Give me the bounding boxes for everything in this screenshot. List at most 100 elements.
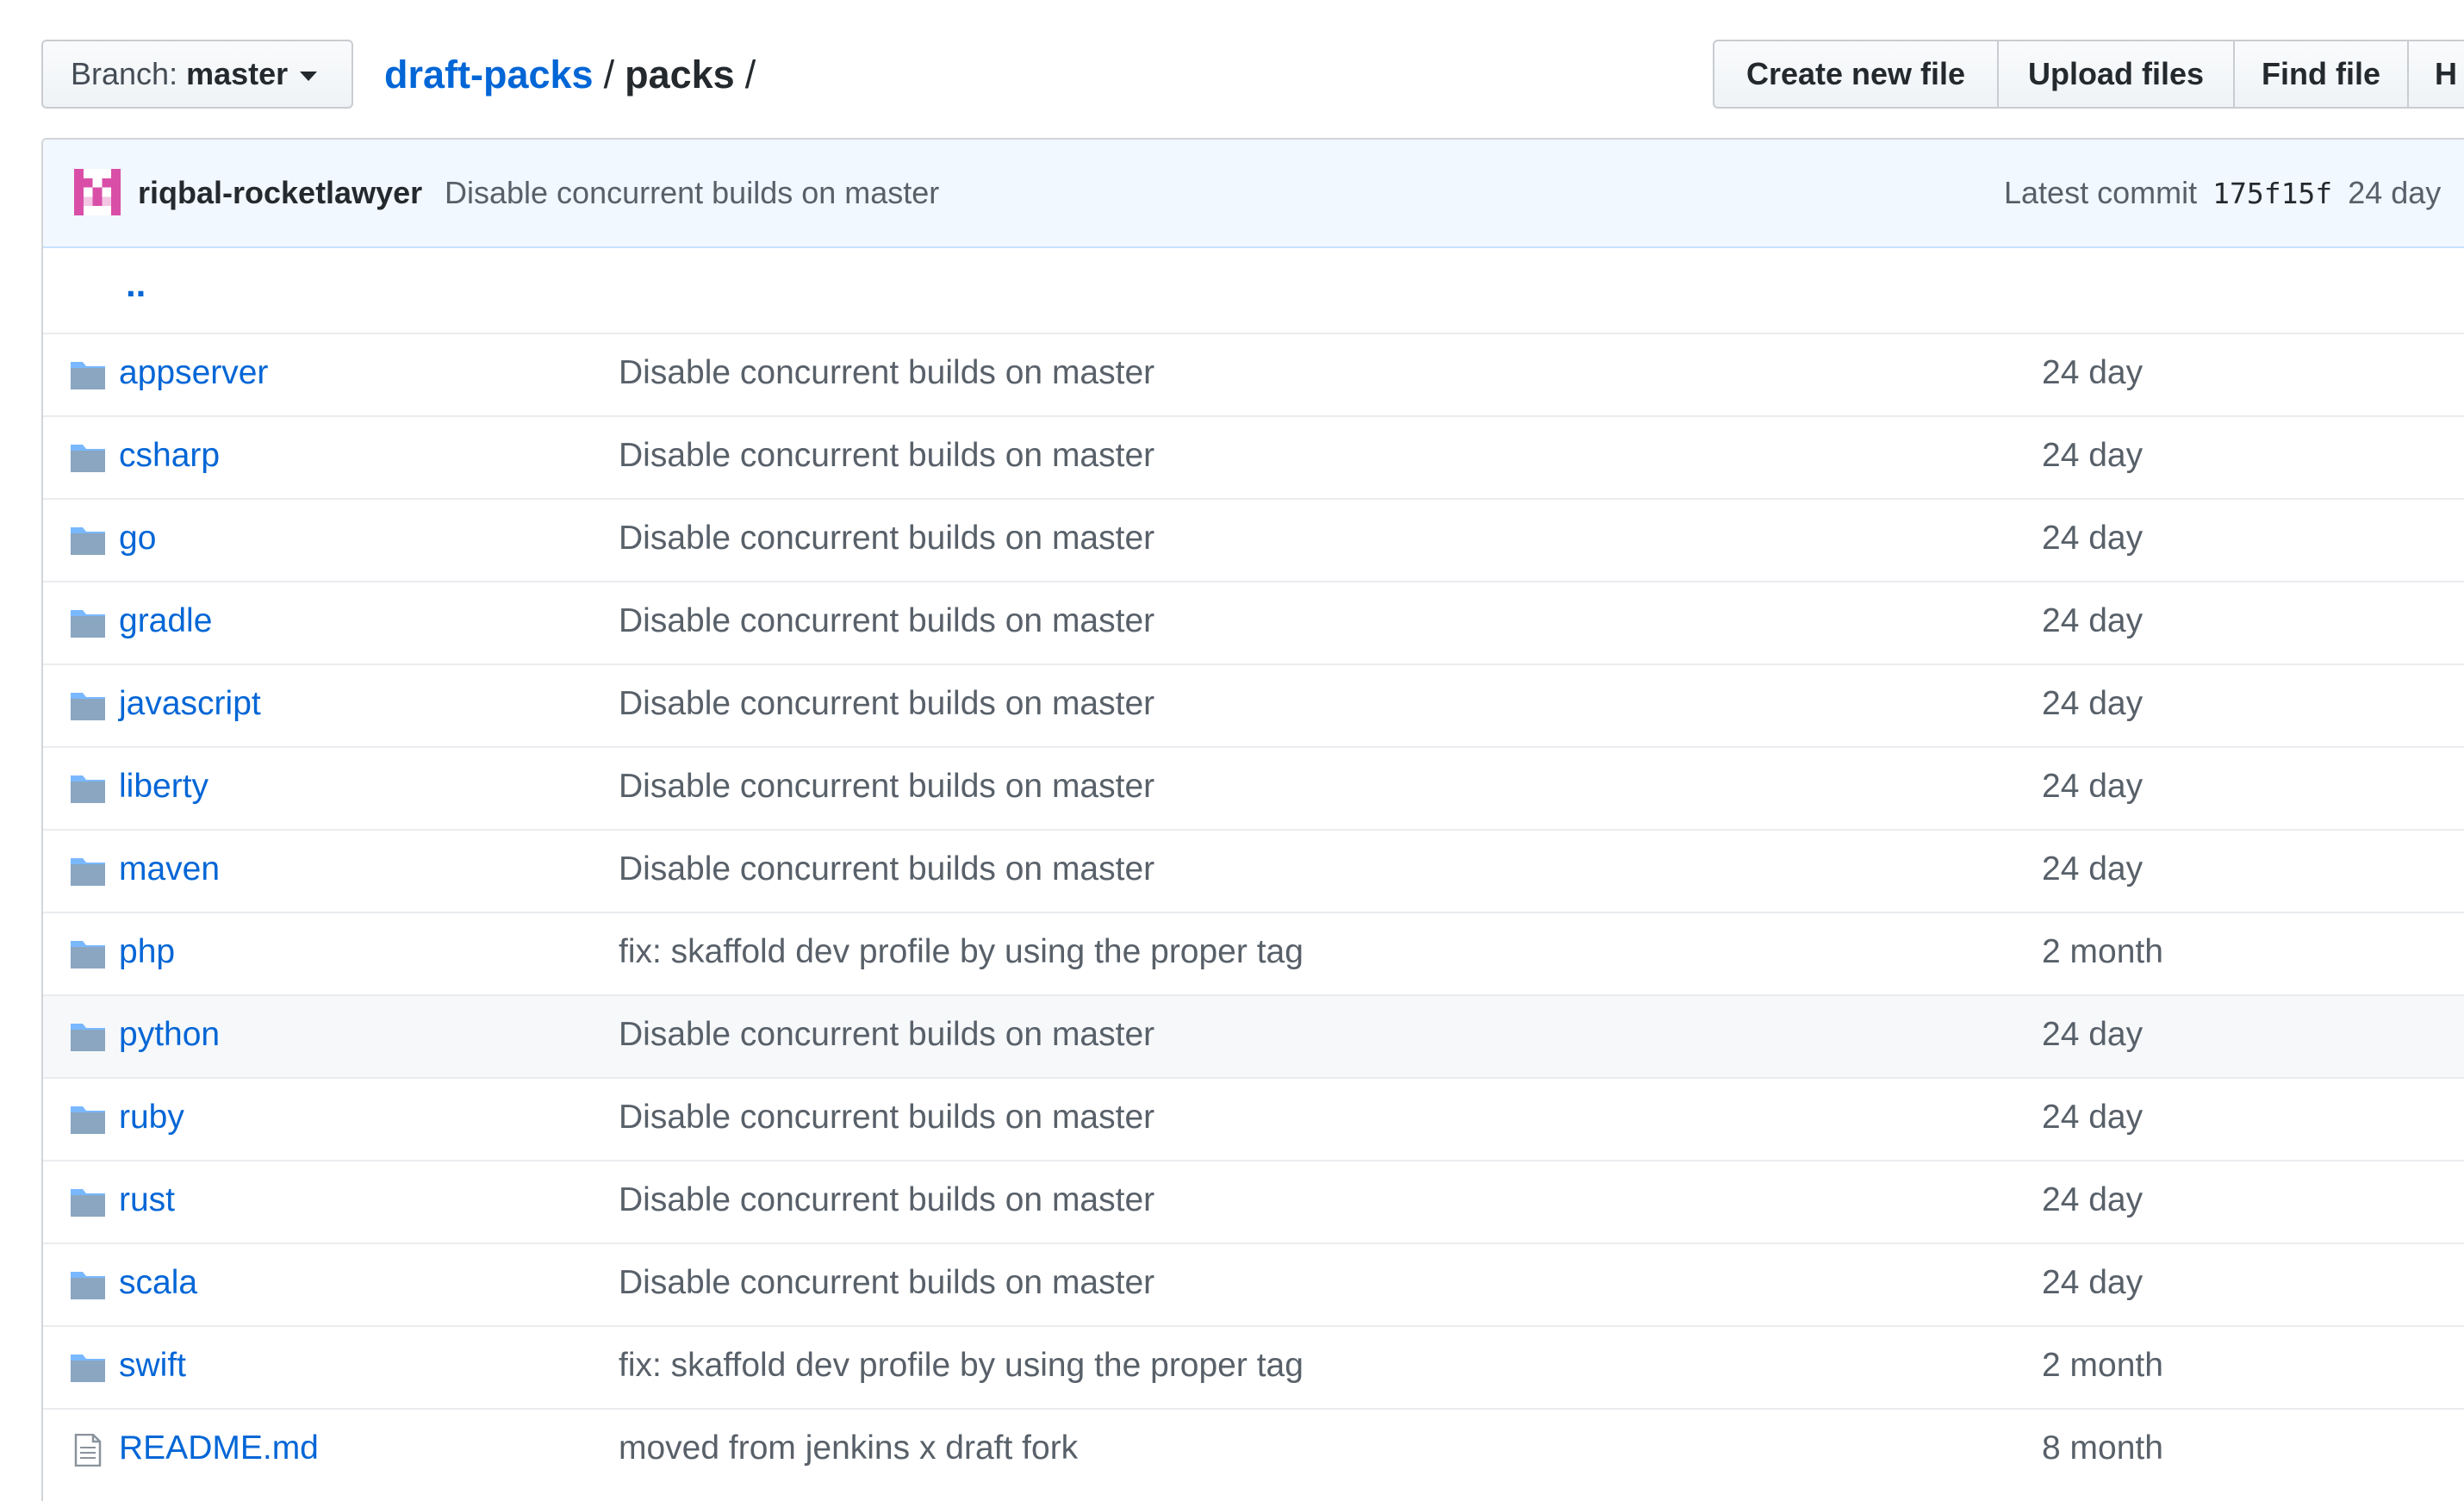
file-name-link[interactable]: python (119, 1016, 220, 1054)
file-name-link[interactable]: gradle (119, 602, 212, 640)
commit-message-link[interactable]: Disable concurrent builds on master (619, 354, 1154, 392)
file-row[interactable]: maven Disable concurrent builds on master… (43, 829, 2464, 912)
file-row[interactable]: php fix: skaffold dev profile by using th… (43, 912, 2464, 994)
caret-down-icon (300, 71, 318, 81)
folder-icon (69, 607, 107, 639)
folder-icon (69, 689, 107, 722)
commit-age: 24 day (2042, 602, 2464, 640)
file-row[interactable]: gradle Disable concurrent builds on maste… (43, 581, 2464, 663)
file-name-link[interactable]: swift (119, 1347, 186, 1385)
file-row[interactable]: scala Disable concurrent builds on master… (43, 1243, 2464, 1325)
file-name-link[interactable]: csharp (119, 437, 220, 475)
commit-message-link[interactable]: Disable concurrent builds on master (619, 1264, 1154, 1302)
file-name-link[interactable]: maven (119, 850, 220, 888)
commit-age-text: 2 month (2042, 1347, 2163, 1384)
commit-message-link[interactable]: Disable concurrent builds on master (619, 1181, 1154, 1219)
create-new-file-button[interactable]: Create new file (1713, 40, 1999, 109)
file-name-link[interactable]: javascript (119, 685, 261, 723)
commit-message-link[interactable]: Disable concurrent builds on master (445, 175, 939, 211)
commit-age: 24 day (2042, 520, 2464, 557)
file-name-link[interactable]: appserver (119, 354, 268, 392)
find-file-button[interactable]: Find file (2233, 40, 2409, 109)
commit-age-text: 24 day (2042, 437, 2144, 474)
file-row[interactable]: liberty Disable concurrent builds on mast… (43, 746, 2464, 829)
commit-age: 24 day (2042, 1016, 2464, 1054)
file-actions: Create new file Upload files Find file H (1713, 40, 2464, 109)
commit-message-link[interactable]: Disable concurrent builds on master (619, 685, 1154, 723)
file-row[interactable]: rust Disable concurrent builds on master 2… (43, 1160, 2464, 1243)
folder-icon (69, 937, 107, 970)
commit-age: 8 month (2042, 1429, 2464, 1467)
file-name-link[interactable]: php (119, 933, 175, 971)
folder-icon (69, 1103, 107, 1136)
avatar[interactable] (74, 169, 121, 215)
folder-icon (69, 358, 107, 391)
folder-icon (69, 1020, 107, 1053)
file-row[interactable]: javascript Disable concurrent builds on m… (43, 663, 2464, 746)
commit-meta: Latest commit 175f15f 24 day (2004, 175, 2441, 211)
parent-directory-link[interactable]: .. (126, 264, 146, 305)
file-row[interactable]: python Disable concurrent builds on maste… (43, 994, 2464, 1077)
commit-message-link[interactable]: Disable concurrent builds on master (619, 1016, 1154, 1054)
repo-browser: Branch: master draft-packs / packs / Cre… (0, 0, 2464, 1501)
commit-age: 24 day (2042, 1181, 2464, 1219)
file-row[interactable]: README.md moved from jenkins x draft fork… (43, 1408, 2464, 1491)
file-row[interactable]: ruby Disable concurrent builds on master 2… (43, 1077, 2464, 1160)
commit-message-link[interactable]: Disable concurrent builds on master (619, 520, 1154, 557)
branch-selector-button[interactable]: Branch: master (41, 40, 353, 109)
commit-age-text: 24 day (2042, 1264, 2144, 1301)
commit-age-text: 2 month (2042, 933, 2163, 970)
commit-age: 24 day (2042, 437, 2464, 475)
file-row[interactable]: swift fix: skaffold dev profile by using … (43, 1325, 2464, 1408)
upload-files-button[interactable]: Upload files (1997, 40, 2235, 109)
folder-icon (69, 772, 107, 805)
commit-message-link[interactable]: moved from jenkins x draft fork (619, 1429, 1078, 1467)
commit-message-link[interactable]: Disable concurrent builds on master (619, 1099, 1154, 1137)
breadcrumb: draft-packs / packs / (384, 45, 766, 105)
commit-sha-link[interactable]: 175f15f (2212, 177, 2332, 210)
commit-message-link[interactable]: fix: skaffold dev profile by using the p… (619, 1347, 1304, 1385)
commit-age: 24 day (2042, 354, 2464, 392)
commit-age-text: 24 day (2042, 850, 2144, 888)
file-name-link[interactable]: README.md (119, 1429, 319, 1467)
breadcrumb-trailing-separator: / (744, 53, 756, 97)
file-row[interactable]: csharp Disable concurrent builds on maste… (43, 415, 2464, 498)
latest-commit-label: Latest commit (2004, 175, 2198, 210)
file-name-link[interactable]: scala (119, 1264, 197, 1302)
breadcrumb-current-dir: packs (625, 53, 735, 97)
commit-age-text: 24 day (2042, 1099, 2144, 1136)
commit-age: 2 month (2042, 933, 2464, 971)
commit-age: 24 day (2042, 1264, 2464, 1302)
file-row[interactable]: go Disable concurrent builds on master 24 … (43, 498, 2464, 581)
commit-age: 2 month (2042, 1347, 2464, 1385)
commit-message-link[interactable]: Disable concurrent builds on master (619, 602, 1154, 640)
file-name-link[interactable]: go (119, 520, 156, 557)
commit-message-link[interactable]: fix: skaffold dev profile by using the p… (619, 933, 1304, 971)
breadcrumb-repo-link[interactable]: draft-packs (384, 53, 594, 97)
commit-age-text: 24 day (2042, 768, 2144, 805)
folder-icon (69, 524, 107, 557)
commit-author-link[interactable]: riqbal-rocketlawyer (138, 175, 422, 211)
commit-age-text: 24 day (2042, 1181, 2144, 1218)
file-name-link[interactable]: rust (119, 1181, 175, 1219)
folder-icon (69, 1186, 107, 1218)
commit-age-text: 24 day (2042, 602, 2144, 639)
history-button[interactable]: H (2407, 40, 2464, 109)
commit-message-link[interactable]: Disable concurrent builds on master (619, 850, 1154, 888)
file-table: riqbal-rocketlawyer Disable concurrent b… (41, 138, 2464, 1501)
file-list: .. appserver Disable concurrent builds on… (43, 248, 2464, 1491)
folder-icon (69, 441, 107, 474)
commit-age-text: 24 day (2042, 685, 2144, 722)
file-name-link[interactable]: liberty (119, 768, 208, 806)
branch-name: master (186, 56, 289, 91)
parent-directory-row: .. (43, 248, 2464, 333)
file-name-link[interactable]: ruby (119, 1099, 184, 1137)
commit-age: 24 day (2042, 685, 2464, 723)
commit-message-link[interactable]: Disable concurrent builds on master (619, 437, 1154, 475)
commit-age: 24 day (2042, 1099, 2464, 1137)
file-row[interactable]: appserver Disable concurrent builds on ma… (43, 333, 2464, 415)
commit-message-link[interactable]: Disable concurrent builds on master (619, 768, 1154, 806)
latest-commit-bar: riqbal-rocketlawyer Disable concurrent b… (43, 140, 2464, 248)
folder-icon (69, 1351, 107, 1384)
file-text-icon (69, 1433, 107, 1467)
